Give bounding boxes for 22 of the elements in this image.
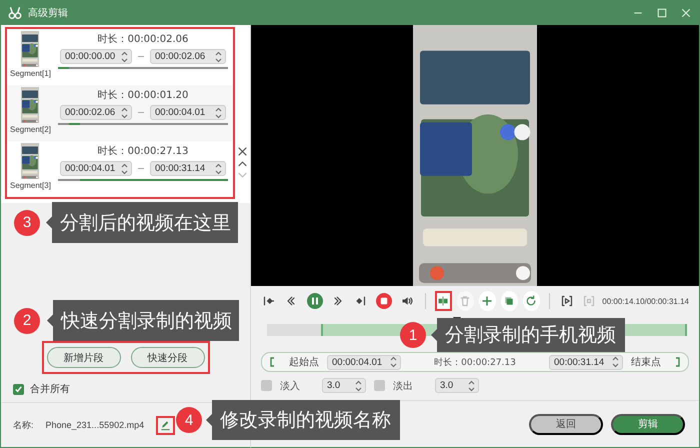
checkbox-label: 淡出 [393, 380, 414, 392]
step-badge: 2 [14, 308, 40, 334]
annotation-tooltip: 修改录制的视频名称 [206, 400, 400, 440]
file-name: Phone_231...55902.mp4 [46, 420, 144, 430]
checkbox-label: 淡入 [280, 380, 301, 392]
segment-label: Segment[3] [10, 181, 51, 190]
duration-text: 时长：00:00:27.13 [98, 144, 188, 158]
step-badge: 1 [400, 322, 426, 348]
segment-label: Segment[2] [10, 125, 51, 134]
time-readout: 00:00:14.10/00:00:31.14 [602, 296, 689, 306]
duration-text: 时长：00:00:01.20 [98, 88, 188, 102]
segment-label: Segment[1] [10, 69, 51, 78]
annotation-tooltip: 分割录制的手机视频 [431, 318, 625, 352]
duration-text: 时长：00:00:02.06 [98, 32, 188, 46]
checkbox-label: 合并所有 [30, 382, 70, 396]
name-label: 名称: [13, 418, 34, 432]
annotation-tooltip: 分割后的视频在这里 [46, 202, 238, 243]
duration-text: 时长：00:00:27.13 [433, 356, 517, 368]
step-badge: 3 [14, 210, 40, 236]
annotation-tooltip: 快速分割录制的视频 [47, 300, 239, 341]
step-badge: 4 [176, 407, 202, 433]
window-title: 高级剪辑 [28, 6, 69, 20]
